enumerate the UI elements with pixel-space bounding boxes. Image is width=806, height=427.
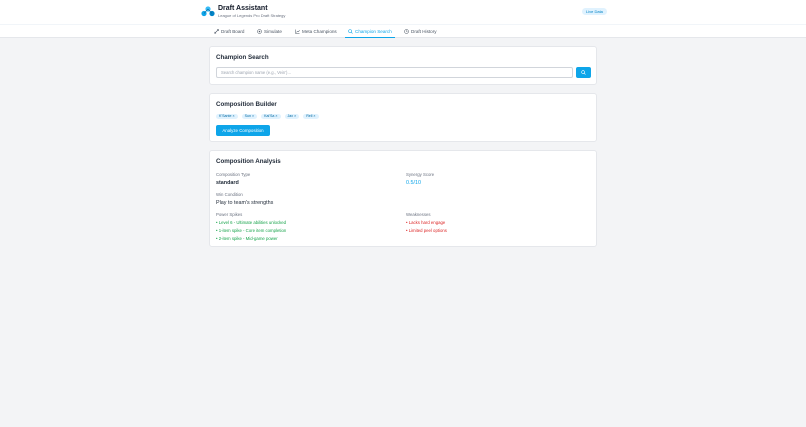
- tab-simulate[interactable]: Simulate: [254, 25, 285, 38]
- history-icon: [404, 29, 409, 34]
- synergy-score-value: 0.5/10: [406, 180, 421, 186]
- champion-chip: Jax ×: [284, 114, 300, 119]
- win-condition-value: Play to team's strengths: [216, 200, 274, 206]
- weakness-item: • Limited peel options: [406, 228, 447, 233]
- app-subtitle: League of Legends Pro Draft Strategy: [218, 13, 286, 18]
- champion-search-input[interactable]: [216, 67, 573, 78]
- champion-chip-list: K'Sante × Sun × Kai'Sa × Jax × Rell ×: [216, 114, 319, 119]
- app-title: Draft Assistant: [218, 5, 268, 12]
- chart-icon: [295, 29, 300, 34]
- tab-champion-search[interactable]: Champion Search: [345, 25, 395, 38]
- molecule-logo-icon: [201, 6, 215, 17]
- chip-label: Jax: [287, 114, 294, 118]
- tab-meta-champions[interactable]: Meta Champions: [292, 25, 340, 38]
- tab-label: Champion Search: [355, 28, 392, 34]
- win-condition-label: Win Condition: [216, 192, 243, 197]
- chip-label: Rell: [306, 114, 313, 118]
- search-icon: [581, 70, 586, 75]
- tab-draft-board[interactable]: Draft Board: [211, 25, 248, 38]
- champion-chip: K'Sante ×: [216, 114, 238, 119]
- champion-search-card: Champion Search: [209, 46, 597, 85]
- power-spike-item: • Level 6 - Ultimate abilities unlocked: [216, 220, 287, 225]
- analyze-composition-button[interactable]: Analyze Composition: [216, 125, 270, 136]
- remove-chip-button[interactable]: ×: [232, 114, 234, 119]
- composition-type-value: standard: [216, 180, 239, 186]
- tab-label: Simulate: [264, 29, 282, 34]
- remove-chip-button[interactable]: ×: [252, 114, 254, 119]
- search-button[interactable]: [576, 67, 591, 78]
- power-spike-item: • 1-item spike - Core item completion: [216, 228, 287, 233]
- champion-chip: Kai'Sa ×: [261, 114, 281, 119]
- sword-icon: [214, 29, 219, 34]
- chip-label: K'Sante: [219, 114, 232, 118]
- tab-draft-history[interactable]: Draft History: [401, 25, 440, 38]
- power-spikes-label: Power Spikes: [216, 212, 243, 217]
- chip-label: Kai'Sa: [264, 114, 275, 118]
- search-icon: [348, 28, 353, 34]
- composition-builder-card: Composition Builder K'Sante × Sun × Kai'Sa…: [209, 93, 597, 142]
- composition-type-label: Composition Type: [216, 172, 251, 177]
- weaknesses-label: Weaknesses: [406, 212, 431, 217]
- tab-label: Draft Board: [221, 29, 245, 34]
- weakness-item: • Lacks hard engage: [406, 220, 446, 225]
- power-spike-item: • 2-item spike - Mid-game power: [216, 236, 278, 241]
- champion-chip: Rell ×: [303, 114, 319, 119]
- remove-chip-button[interactable]: ×: [275, 114, 277, 119]
- tab-label: Meta Champions: [302, 29, 337, 34]
- card-title: Composition Builder: [216, 101, 277, 108]
- card-title: Champion Search: [216, 54, 269, 61]
- remove-chip-button[interactable]: ×: [313, 114, 315, 119]
- champion-chip: Sun ×: [241, 114, 258, 119]
- app-header: Draft Assistant League of Legends Pro Dr…: [0, 0, 806, 24]
- card-title: Composition Analysis: [216, 158, 281, 165]
- target-icon: [257, 29, 262, 34]
- main-nav: Draft Board Simulate Meta Champions Cham…: [0, 24, 806, 38]
- live-data-badge: Live Data: [582, 8, 607, 15]
- synergy-score-label: Synergy Score: [406, 172, 435, 177]
- composition-analysis-card: Composition Analysis Composition Type st…: [209, 150, 597, 247]
- chip-label: Sun: [244, 114, 251, 118]
- tab-label: Draft History: [411, 29, 437, 34]
- remove-chip-button[interactable]: ×: [294, 114, 296, 119]
